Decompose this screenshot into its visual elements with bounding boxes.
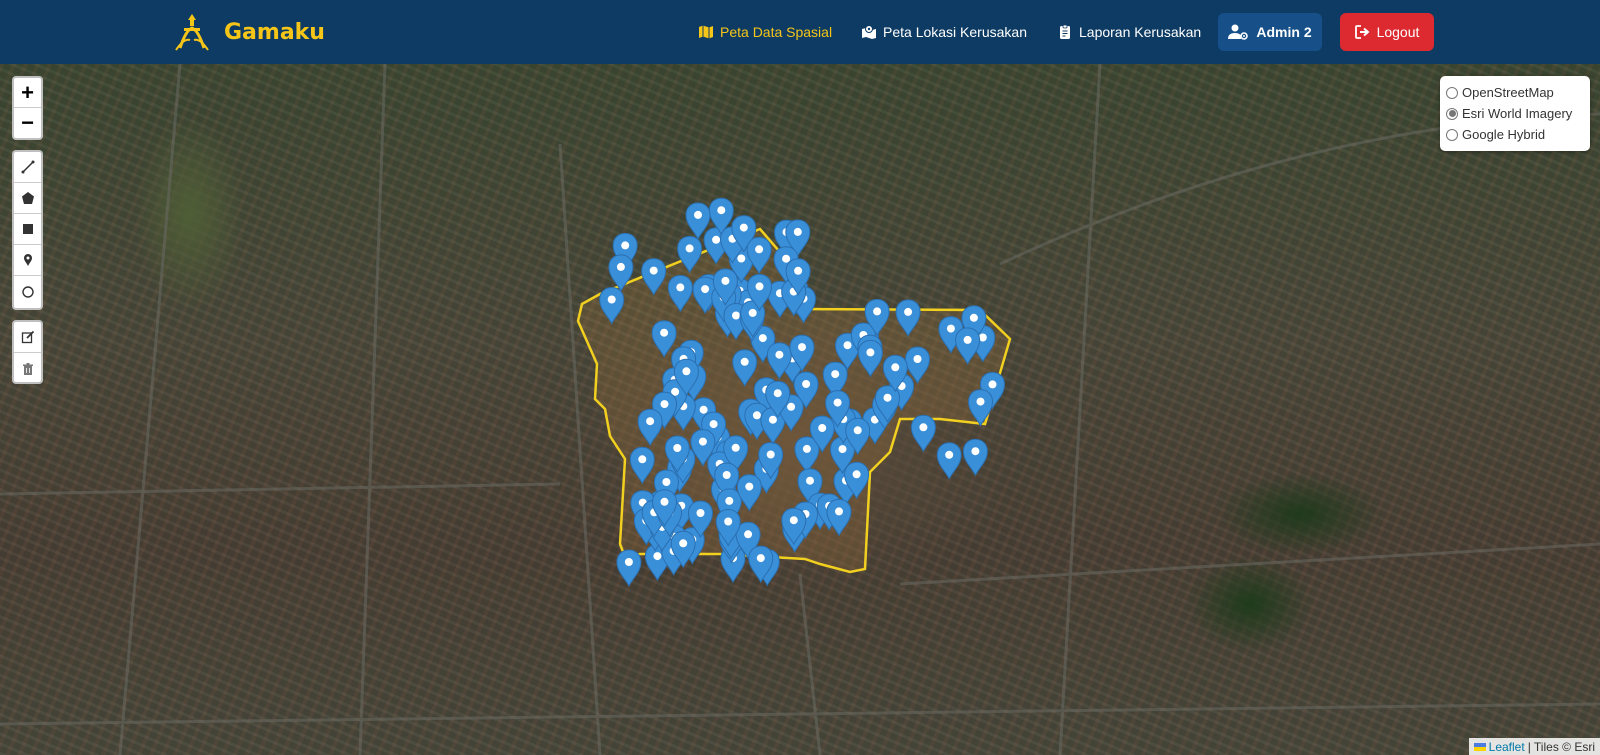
layer-label: Google Hybrid [1462,127,1546,142]
nav-label: Laporan Kerusakan [1079,24,1202,40]
brand-name: Gamaku [224,19,325,45]
draw-marker-button[interactable] [14,245,41,276]
attribution-text: | Tiles © Esri [1527,739,1595,754]
layer-radio[interactable] [1446,128,1458,141]
zoom-control: + − [12,76,43,140]
map-overlay [0,64,1600,755]
logout-button[interactable]: Logout [1340,13,1434,51]
map-canvas[interactable]: + − OpenStreetMap Esri World Imagery Goo… [0,64,1600,755]
layer-label: OpenStreetMap [1462,85,1554,100]
location-marker-icon[interactable] [910,414,936,452]
polyline-icon [21,160,34,174]
map-icon [699,25,713,39]
layer-option-google-hybrid[interactable]: Google Hybrid [1446,124,1584,145]
location-marker-icon[interactable] [936,442,962,480]
map-attribution: Leaflet | Tiles © Esri [1468,738,1600,755]
leaflet-link[interactable]: Leaflet [1489,740,1525,754]
delete-icon [22,362,33,375]
location-marker-icon[interactable] [616,549,642,587]
draw-polyline-button[interactable] [14,152,41,183]
nav-label: Peta Data Spasial [720,24,833,40]
edit-toolbar [12,320,43,384]
zoom-out-button[interactable]: − [14,108,41,138]
admin-user-label: Admin 2 [1256,24,1312,40]
nav-laporan-kerusakan[interactable]: Laporan Kerusakan [1057,0,1201,64]
nav-peta-lokasi-kerusakan[interactable]: Peta Lokasi Kerusakan [861,0,1027,64]
brand-logo-icon [175,14,209,51]
edit-layers-button[interactable] [14,322,41,353]
draw-polygon-button[interactable] [14,183,41,214]
marker-icon [23,254,32,266]
clipboard-icon [1060,24,1070,39]
layer-option-openstreetmap[interactable]: OpenStreetMap [1446,82,1584,103]
user-gear-icon [1228,24,1249,40]
nav-peta-data-spasial[interactable]: Peta Data Spasial [698,0,832,64]
layer-radio[interactable] [1446,86,1458,99]
map-location-icon [862,25,876,39]
layer-label: Esri World Imagery [1462,106,1573,121]
polygon-icon [21,192,34,204]
layer-switcher: OpenStreetMap Esri World Imagery Google … [1440,76,1590,151]
top-navbar: Gamaku Peta Data Spasial Peta Lokasi Ker… [0,0,1600,64]
draw-circle-button[interactable] [14,276,41,307]
location-marker-icon[interactable] [962,438,988,476]
rectangle-icon [22,224,33,234]
brand[interactable]: Gamaku [172,10,325,54]
zoom-in-button[interactable]: + [14,78,41,108]
draw-toolbar [12,150,43,310]
admin-user-button[interactable]: Admin 2 [1218,13,1322,51]
ukraine-flag-icon [1473,742,1486,751]
logout-icon [1354,25,1370,39]
edit-icon [21,330,34,344]
logout-label: Logout [1376,24,1420,40]
delete-layers-button[interactable] [14,353,41,382]
circle-icon [21,285,34,298]
layer-radio[interactable] [1446,107,1458,120]
layer-option-esri-world-imagery[interactable]: Esri World Imagery [1446,103,1584,124]
nav-label: Peta Lokasi Kerusakan [883,24,1027,40]
draw-rectangle-button[interactable] [14,214,41,245]
